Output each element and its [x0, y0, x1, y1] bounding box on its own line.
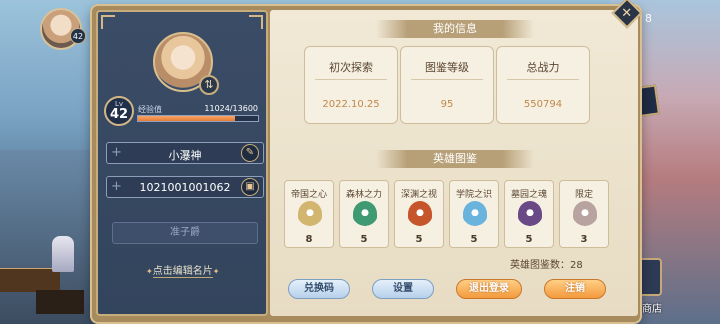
exp-progress-bar: [137, 115, 259, 122]
faction-count: 5: [360, 234, 368, 245]
divider: [507, 79, 579, 80]
exp-progress-fill: [138, 116, 236, 121]
level-badge: Lv 42: [104, 96, 134, 126]
nickname-field: + 小瀑神 ✎: [106, 142, 264, 164]
chat-banner-secondary[interactable]: [36, 290, 84, 314]
divider: [315, 79, 387, 80]
graveyard-emblem-icon: [518, 201, 542, 227]
close-icon: ✕: [621, 5, 633, 21]
stat-card: 图鉴等级 95: [400, 46, 494, 124]
star-icon: ✦: [212, 267, 220, 276]
faction-name: 帝国之心: [290, 190, 327, 200]
faction-count: 5: [470, 234, 478, 245]
edit-name-icon[interactable]: ✎: [241, 144, 259, 162]
stat-card: 初次探索 2022.10.25: [304, 46, 398, 124]
currency-count: 8: [645, 12, 652, 25]
shop-label: 商店: [642, 304, 662, 315]
faction-card[interactable]: 学院之识 5: [449, 180, 499, 248]
exp-value: 11024/13600: [204, 104, 258, 113]
faction-name: 森林之力: [345, 190, 382, 200]
faction-card[interactable]: 帝国之心 8: [284, 180, 334, 248]
divider: [411, 79, 483, 80]
edit-card-label: 点击编辑名片: [152, 266, 213, 278]
nickname: 小瀑神: [168, 149, 202, 162]
forest-emblem-icon: [353, 201, 377, 227]
star-icon: ✦: [146, 267, 153, 276]
stat-value: 95: [440, 99, 454, 110]
faction-name: 学院之识: [455, 190, 492, 200]
stat-label: 总战力: [526, 61, 560, 74]
stat-card: 总战力 550794: [496, 46, 590, 124]
logout-button[interactable]: 退出登录: [456, 279, 522, 299]
faction-card[interactable]: 深渊之视 5: [394, 180, 444, 248]
academy-emblem-icon: [463, 201, 487, 227]
hero-codex-title: 英雄图鉴: [376, 150, 534, 168]
my-info-title: 我的信息: [376, 20, 534, 38]
faction-name: 深渊之视: [400, 190, 437, 200]
cancel-account-button[interactable]: 注销: [544, 279, 606, 299]
redeem-code-button[interactable]: 兑换码: [288, 279, 350, 299]
faction-card[interactable]: 限定 3: [559, 180, 609, 248]
player-level-hud: 42: [70, 28, 86, 44]
settings-button[interactable]: 设置: [372, 279, 434, 299]
stat-label: 图鉴等级: [425, 61, 469, 74]
faction-count: 3: [580, 234, 588, 245]
copy-id-icon[interactable]: ▣: [241, 178, 259, 196]
chat-banner[interactable]: [0, 268, 60, 292]
faction-count: 8: [305, 234, 313, 245]
background-character: [52, 236, 74, 272]
edit-card-link[interactable]: ✦点击编辑名片✦: [146, 262, 220, 278]
player-id-field: + 1021001001062 ▣: [106, 176, 264, 198]
corner-ornament: [249, 15, 263, 29]
faction-card[interactable]: 森林之力 5: [339, 180, 389, 248]
empire-emblem-icon: [298, 201, 322, 227]
abyss-emblem-icon: [408, 201, 432, 227]
faction-count: 5: [415, 234, 423, 245]
player-title[interactable]: 准子爵: [112, 222, 258, 244]
stat-value: 550794: [523, 99, 563, 110]
faction-card[interactable]: 墓园之魂 5: [504, 180, 554, 248]
exp-label: 经验值: [138, 105, 162, 114]
swap-avatar-icon[interactable]: ⇅: [199, 75, 219, 95]
faction-count: 5: [525, 234, 533, 245]
faction-name: 限定: [574, 190, 593, 200]
stat-value: 2022.10.25: [322, 99, 380, 110]
hero-codex-total: 英雄图鉴数：28: [510, 260, 583, 271]
faction-name: 墓园之魂: [510, 190, 547, 200]
player-id: 1021001001062: [139, 181, 231, 194]
stat-label: 初次探索: [329, 61, 373, 74]
corner-ornament: [101, 15, 115, 29]
level-value: 42: [109, 107, 129, 122]
limited-emblem-icon: [573, 201, 597, 227]
